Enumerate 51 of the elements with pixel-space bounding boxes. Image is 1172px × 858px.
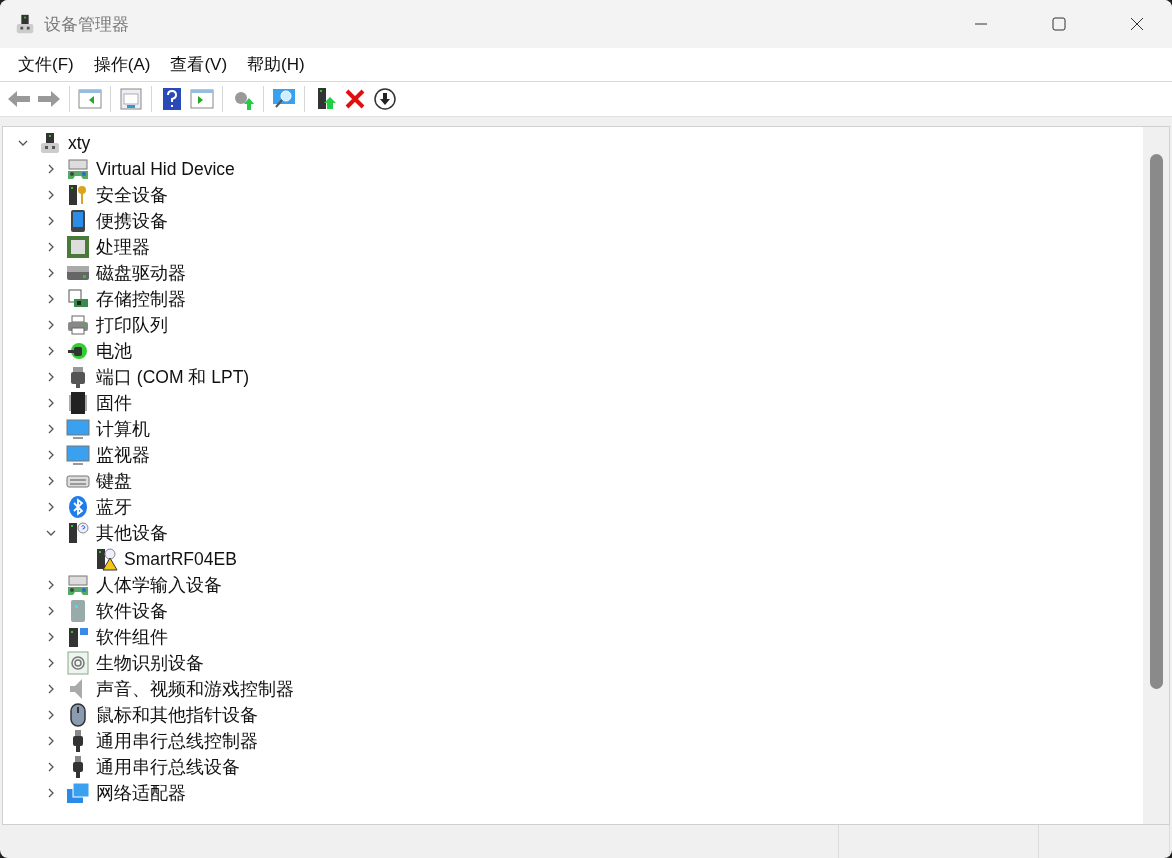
tree-item-label[interactable]: 其他设备 <box>96 521 168 545</box>
tree-item-label[interactable]: 处理器 <box>96 235 150 259</box>
network-adapter-icon <box>66 781 90 805</box>
tree-item-label[interactable]: Virtual Hid Device <box>96 158 235 180</box>
fingerprint-icon <box>66 651 90 675</box>
tree-item-label[interactable]: 端口 (COM 和 LPT) <box>96 365 250 389</box>
tree-item-label[interactable]: 软件组件 <box>96 625 168 649</box>
tree-item-label[interactable]: 键盘 <box>96 469 132 493</box>
tree-item-label[interactable]: 声音、视频和游戏控制器 <box>96 677 294 701</box>
tree-item-label[interactable]: 便携设备 <box>96 209 168 233</box>
tree-item-label[interactable]: 蓝牙 <box>96 495 132 519</box>
monitor-icon <box>66 443 90 467</box>
tree-item-label[interactable]: 网络适配器 <box>96 781 186 805</box>
tree-item-label[interactable]: 鼠标和其他指针设备 <box>96 703 258 727</box>
tree-item-label[interactable]: 存储控制器 <box>96 287 186 311</box>
close-icon <box>1130 17 1144 31</box>
chip-icon <box>66 391 90 415</box>
tree-item-label[interactable]: 人体学输入设备 <box>96 573 222 597</box>
tree-item-label[interactable]: 通用串行总线设备 <box>96 755 240 779</box>
tree-item-label[interactable]: SmartRF04EB <box>124 548 237 570</box>
console-tree-icon[interactable] <box>77 86 103 112</box>
tree-item-label[interactable]: 磁盘驱动器 <box>96 261 186 285</box>
chip-icon <box>66 235 90 259</box>
menu-item[interactable]: 查看(V) <box>160 53 238 76</box>
tree-item-label[interactable]: 生物识别设备 <box>96 651 204 675</box>
window-title: 设备管理器 <box>44 13 130 36</box>
tree-item-label[interactable]: 软件设备 <box>96 599 168 623</box>
bluetooth-icon <box>66 495 90 519</box>
menu-item[interactable]: 文件(F) <box>8 53 84 76</box>
vertical-scrollbar[interactable] <box>1143 127 1169 824</box>
warning-device-icon <box>94 547 118 571</box>
monitor-icon <box>66 417 90 441</box>
properties-icon[interactable] <box>118 86 144 112</box>
tree-item-label[interactable]: 监视器 <box>96 443 150 467</box>
unknown-device-icon <box>66 521 90 545</box>
computer-icon <box>38 131 62 155</box>
tree-item-label[interactable]: 固件 <box>96 391 132 415</box>
maximize-icon <box>1052 17 1066 31</box>
menu-item[interactable]: 帮助(H) <box>237 53 315 76</box>
download-circle-icon[interactable] <box>372 86 398 112</box>
keyboard-gamepad-icon <box>66 157 90 181</box>
menu-item[interactable]: 操作(A) <box>83 53 161 76</box>
tree-item-label[interactable]: xty <box>68 132 91 154</box>
tree-item-label[interactable]: 电池 <box>96 339 132 363</box>
tree-item-label[interactable]: 打印队列 <box>96 313 168 337</box>
tree-item-label[interactable]: 计算机 <box>96 417 150 441</box>
tree-item-label[interactable]: 安全设备 <box>96 183 168 207</box>
tree-item-label[interactable]: 通用串行总线控制器 <box>96 729 258 753</box>
device-manager-icon <box>14 13 36 35</box>
keyboard-gamepad-icon <box>66 573 90 597</box>
printer-icon <box>66 313 90 337</box>
